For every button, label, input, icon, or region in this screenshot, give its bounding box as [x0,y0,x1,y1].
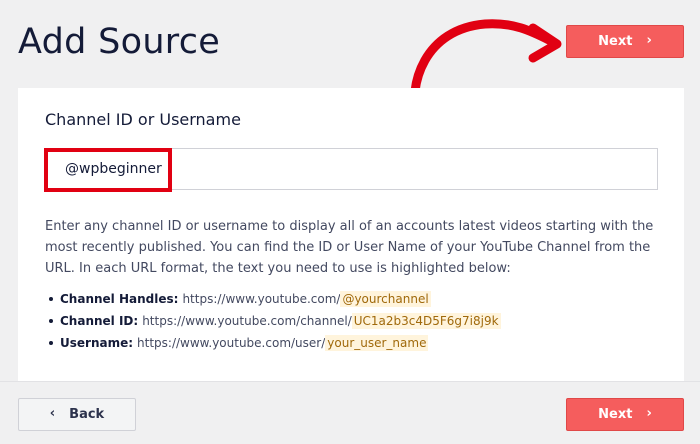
format-url-prefix: https://www.youtube.com/channel/ [142,314,352,328]
back-button[interactable]: ‹ Back [18,398,136,431]
chevron-left-icon: ‹ [49,406,56,421]
chevron-right-icon: › [646,406,652,421]
next-button-label: Next [598,34,633,49]
bullet-icon [49,297,53,301]
help-text: Enter any channel ID or username to disp… [45,219,654,276]
field-label: Channel ID or Username [45,110,241,129]
format-url-highlight: UC1a2b3c4D5F6g7i8j9k [351,313,501,329]
format-url-prefix: https://www.youtube.com/ [182,292,341,306]
channel-input-wrapper [45,148,658,190]
chevron-right-icon: › [646,33,652,48]
list-item: Channel ID: https://www.youtube.com/chan… [45,310,501,332]
list-item: Channel Handles: https://www.youtube.com… [45,288,501,310]
format-url-prefix: https://www.youtube.com/user/ [137,336,326,350]
list-item: Username: https://www.youtube.com/user/y… [45,332,501,354]
format-label: Username: [60,336,134,350]
back-button-label: Back [69,407,105,422]
bullet-icon [49,341,53,345]
channel-id-input[interactable] [46,149,657,189]
format-label: Channel ID: [60,314,139,328]
next-button-label: Next [598,407,633,422]
format-url-highlight: your_user_name [325,335,429,351]
bullet-icon [49,319,53,323]
next-button-top[interactable]: Next › [566,25,684,58]
format-label: Channel Handles: [60,292,179,306]
url-format-list: Channel Handles: https://www.youtube.com… [45,288,501,354]
format-url-highlight: @yourchannel [340,291,431,307]
source-card: Channel ID or Username Enter any channel… [18,88,684,381]
page-title: Add Source [18,22,221,62]
next-button-bottom[interactable]: Next › [566,398,684,431]
